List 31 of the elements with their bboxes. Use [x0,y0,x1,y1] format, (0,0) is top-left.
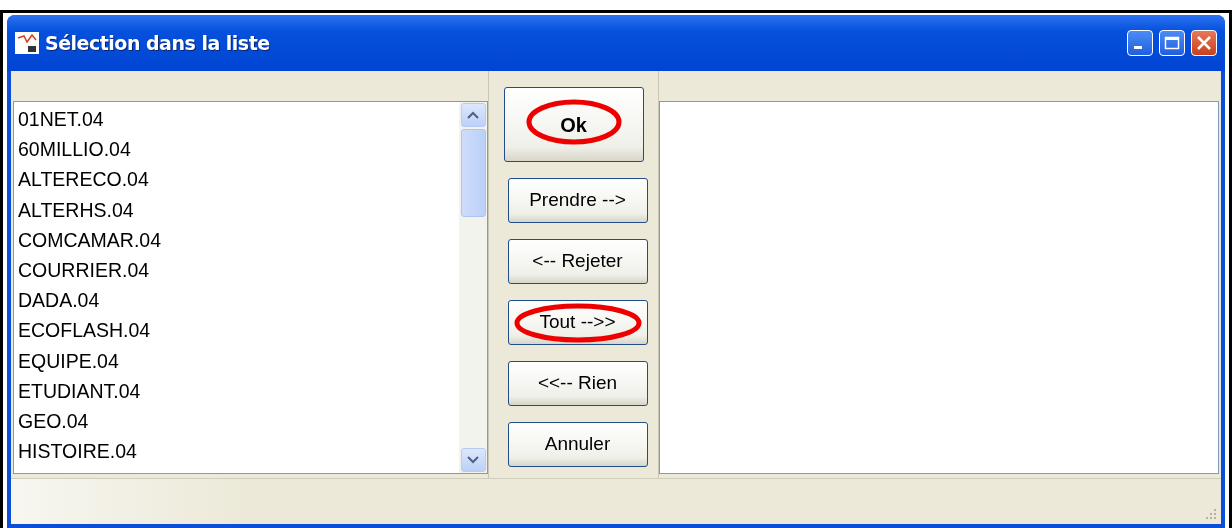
dialog-button[interactable]: Annuler [507,422,648,467]
scroll-up-button[interactable] [460,103,486,127]
list-item[interactable]: COMCAMAR.04 [18,224,455,255]
maximize-button[interactable] [1159,30,1185,56]
app-icon [15,32,39,54]
list-item[interactable]: ALTERHS.04 [18,194,455,225]
window-title: Sélection dans la liste [45,30,270,56]
list-item[interactable]: ECOFLASH.04 [18,315,455,346]
source-list[interactable]: 01NET.04 60MILLIO.04 ALTERECO.04 ALTERHS.04 COMCAMAR.04 COURRIER.04 DADA.04 ECOFLASH.04 EQUIPE.04 ETUDIANT.04 GEO.04 HISTOIRE.04 [13,101,488,474]
list-item[interactable]: ALTERECO.04 [18,164,455,195]
list-item[interactable]: HISTOIRE.04 [18,436,455,467]
list-item[interactable]: DADA.04 [18,285,455,316]
list-item[interactable]: COURRIER.04 [18,255,455,286]
dialog-button[interactable]: <<-- Rien [507,361,648,406]
dialog-button[interactable]: Ok [503,87,644,162]
dialog-button[interactable]: Prendre --> [507,178,648,223]
list-item[interactable]: ETUDIANT.04 [18,375,455,407]
list-item[interactable]: 01NET.04 [18,104,455,135]
scroll-down-button[interactable] [460,448,486,472]
list-item[interactable]: EQUIPE.04 [18,345,455,376]
minimize-button[interactable] [1127,30,1153,56]
scrollbar[interactable] [459,102,487,473]
close-icon [1196,35,1212,51]
scroll-thumb[interactable] [460,129,486,217]
maximize-icon [1164,36,1180,50]
list-item[interactable]: GEO.04 [18,406,455,437]
resize-grip-icon[interactable] [1205,508,1217,520]
minimize-icon [1134,45,1142,49]
list-item[interactable]: 60MILLIO.04 [18,134,455,165]
dialog-button[interactable]: <-- Rejeter [507,239,648,284]
close-button[interactable] [1191,30,1217,56]
